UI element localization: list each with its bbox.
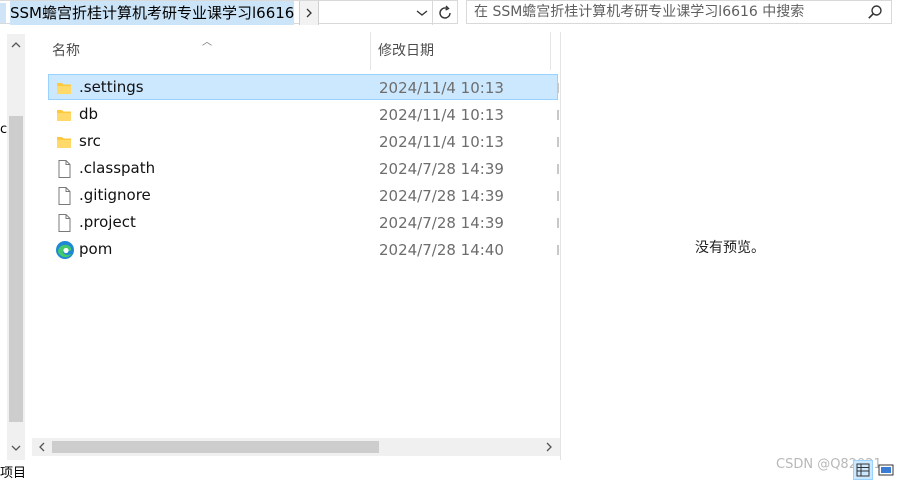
column-header-date-modified[interactable]: 修改日期: [378, 40, 434, 60]
column-separator[interactable]: [370, 32, 371, 70]
file-date-modified: 2024/7/28 14:39: [379, 160, 504, 178]
folder-icon: [55, 78, 73, 98]
file-name: .project: [79, 213, 136, 231]
file-name: .gitignore: [79, 186, 151, 204]
refresh-button[interactable]: [432, 1, 456, 25]
file-name: pom: [79, 240, 113, 258]
address-path-segment[interactable]: SSM蟾宫折桂计算机考研专业课学习l6616: [10, 1, 295, 25]
file-name: .settings: [79, 78, 144, 96]
list-header: ︿ 名称 修改日期: [32, 32, 560, 70]
no-preview-message: 没有预览。: [695, 240, 765, 256]
details-view-button[interactable]: [853, 460, 873, 480]
scroll-up-button[interactable]: [7, 36, 25, 52]
truncated-column-cell: [557, 245, 559, 255]
scroll-down-button[interactable]: [7, 440, 25, 456]
edge-icon: [55, 240, 74, 260]
truncated-column-cell: [557, 164, 559, 174]
chevron-left-icon: [38, 442, 44, 452]
file-icon: [55, 186, 73, 206]
file-row[interactable]: .classpath 2024/7/28 14:39: [48, 155, 559, 181]
address-bar[interactable]: SSM蟾宫折桂计算机考研专业课学习l6616: [0, 0, 458, 25]
file-date-modified: 2024/11/4 10:13: [379, 133, 504, 151]
file-name: src: [79, 132, 101, 150]
scroll-left-button[interactable]: [32, 438, 50, 456]
breadcrumb-chevron-button[interactable]: [299, 1, 319, 25]
search-input[interactable]: [474, 1, 854, 23]
folder-icon: [55, 105, 73, 125]
large-icons-view-button[interactable]: [876, 460, 896, 480]
truncated-column-cell: [557, 218, 559, 228]
scroll-right-button[interactable]: [540, 438, 558, 456]
truncated-column-cell: [557, 110, 559, 120]
details-view-icon: [856, 463, 870, 477]
search-icon[interactable]: [867, 4, 883, 20]
address-bar-edge: [0, 3, 6, 23]
file-name: .classpath: [79, 159, 156, 177]
file-date-modified: 2024/7/28 14:39: [379, 214, 504, 232]
folder-icon: [55, 132, 73, 152]
column-header-name[interactable]: 名称: [52, 40, 80, 60]
refresh-icon: [438, 5, 451, 19]
file-date-modified: 2024/11/4 10:13: [379, 79, 504, 97]
file-row[interactable]: .settings 2024/11/4 10:13: [48, 74, 559, 100]
horizontal-scrollbar[interactable]: [32, 438, 560, 456]
file-date-modified: 2024/11/4 10:13: [379, 106, 504, 124]
file-row[interactable]: pom 2024/7/28 14:40: [48, 236, 559, 262]
column-separator[interactable]: [550, 32, 551, 70]
chevron-up-icon: [11, 41, 21, 47]
file-name: db: [79, 105, 99, 123]
file-date-modified: 2024/7/28 14:40: [379, 241, 504, 259]
file-row[interactable]: .gitignore 2024/7/28 14:39: [48, 182, 559, 208]
large-icons-view-icon: [878, 464, 894, 476]
search-box[interactable]: [466, 0, 892, 24]
scroll-thumb[interactable]: [9, 116, 23, 422]
navigation-scrollbar[interactable]: [7, 34, 25, 460]
sort-ascending-icon: ︿: [202, 37, 212, 48]
chevron-down-icon: [11, 445, 21, 451]
file-icon: [55, 213, 73, 233]
file-date-modified: 2024/7/28 14:39: [379, 187, 504, 205]
truncated-column-cell: [557, 83, 559, 93]
preview-pane: 没有预览。: [561, 32, 899, 460]
view-switcher: [853, 460, 899, 481]
file-row[interactable]: db 2024/11/4 10:13: [48, 101, 559, 127]
address-history-dropdown[interactable]: [412, 1, 432, 25]
chevron-right-icon: [306, 8, 312, 18]
chevron-down-icon: [416, 10, 428, 16]
scroll-thumb[interactable]: [52, 441, 379, 453]
truncated-column-cell: [557, 137, 559, 147]
file-icon: [55, 159, 73, 179]
chevron-right-icon: [546, 442, 552, 452]
file-list: ︿ 名称 修改日期 .settings 2024/11/4 10:13 db 2024…: [32, 32, 560, 460]
status-item-count: 项目: [0, 466, 27, 481]
file-row[interactable]: .project 2024/7/28 14:39: [48, 209, 559, 235]
file-row[interactable]: src 2024/11/4 10:13: [48, 128, 559, 154]
truncated-column-cell: [557, 191, 559, 201]
